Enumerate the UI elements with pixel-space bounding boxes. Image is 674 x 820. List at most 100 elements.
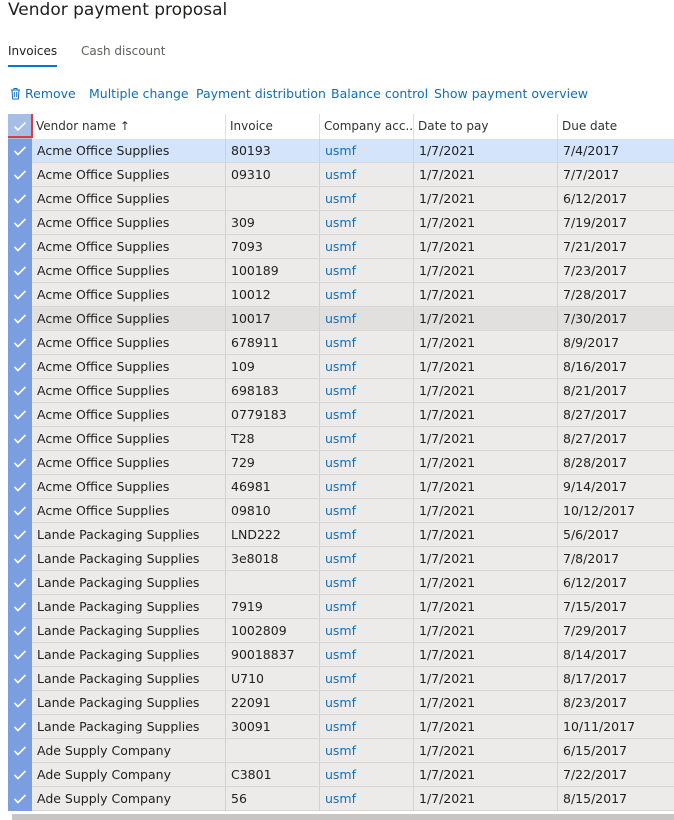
column-header-date-to-pay[interactable]: Date to pay — [414, 114, 558, 139]
cell-vendor-name: Acme Office Supplies — [32, 379, 226, 403]
horizontal-scrollbar[interactable] — [12, 814, 674, 820]
table-row[interactable]: Acme Office Supplies 698183 usmf 1/7/2021 8/… — [8, 379, 674, 403]
row-checkbox[interactable] — [8, 379, 32, 403]
row-checkbox[interactable] — [8, 691, 32, 715]
cell-company-account[interactable]: usmf — [320, 211, 414, 235]
row-checkbox[interactable] — [8, 595, 32, 619]
balance-control-button[interactable]: Balance control — [331, 84, 428, 104]
row-checkbox[interactable] — [8, 403, 32, 427]
row-checkbox[interactable] — [8, 307, 32, 331]
row-checkbox[interactable] — [8, 739, 32, 763]
payment-distribution-button[interactable]: Payment distribution — [196, 84, 326, 104]
cell-company-account[interactable]: usmf — [320, 547, 414, 571]
cell-company-account[interactable]: usmf — [320, 187, 414, 211]
table-row[interactable]: Ade Supply Company C3801 usmf 1/7/2021 7/22/… — [8, 763, 674, 787]
cell-company-account[interactable]: usmf — [320, 475, 414, 499]
table-row[interactable]: Acme Office Supplies 309 usmf 1/7/2021 7/19/… — [8, 211, 674, 235]
select-all-checkbox[interactable] — [8, 114, 33, 138]
table-row[interactable]: Acme Office Supplies 10012 usmf 1/7/2021 7/2… — [8, 283, 674, 307]
table-row[interactable]: Acme Office Supplies usmf 1/7/2021 6/12/201… — [8, 187, 674, 211]
table-row[interactable]: Lande Packaging Supplies U710 usmf 1/7/2021… — [8, 667, 674, 691]
cell-company-account[interactable]: usmf — [320, 139, 414, 163]
table-row[interactable]: Lande Packaging Supplies 90018837 usmf 1/7/… — [8, 643, 674, 667]
tab-cash-discount[interactable]: Cash discount — [81, 40, 165, 62]
row-checkbox[interactable] — [8, 259, 32, 283]
table-row[interactable]: Acme Office Supplies 7093 usmf 1/7/2021 7/21… — [8, 235, 674, 259]
table-row[interactable]: Acme Office Supplies 729 usmf 1/7/2021 8/28/… — [8, 451, 674, 475]
remove-button[interactable]: Remove — [10, 84, 76, 104]
row-checkbox[interactable] — [8, 211, 32, 235]
cell-company-account[interactable]: usmf — [320, 499, 414, 523]
column-header-company-account[interactable]: Company acc... — [320, 114, 414, 139]
column-header-vendor-name[interactable]: Vendor name ↑ — [32, 114, 226, 139]
table-row[interactable]: Ade Supply Company 56 usmf 1/7/2021 8/15/201… — [8, 787, 674, 811]
cell-company-account[interactable]: usmf — [320, 379, 414, 403]
table-row[interactable]: Acme Office Supplies T28 usmf 1/7/2021 8/27/… — [8, 427, 674, 451]
column-header-invoice[interactable]: Invoice — [226, 114, 320, 139]
table-row[interactable]: Acme Office Supplies 46981 usmf 1/7/2021 9/1… — [8, 475, 674, 499]
row-checkbox[interactable] — [8, 475, 32, 499]
cell-company-account[interactable]: usmf — [320, 691, 414, 715]
table-row[interactable]: Acme Office Supplies 09810 usmf 1/7/2021 10/… — [8, 499, 674, 523]
row-checkbox[interactable] — [8, 427, 32, 451]
row-checkbox[interactable] — [8, 667, 32, 691]
table-row[interactable]: Acme Office Supplies 678911 usmf 1/7/2021 8/… — [8, 331, 674, 355]
row-checkbox[interactable] — [8, 619, 32, 643]
table-row[interactable]: Acme Office Supplies 10017 usmf 1/7/2021 7/3… — [8, 307, 674, 331]
table-row[interactable]: Acme Office Supplies 09310 usmf 1/7/2021 7/7… — [8, 163, 674, 187]
show-payment-overview-button[interactable]: Show payment overview — [434, 84, 588, 104]
row-checkbox[interactable] — [8, 331, 32, 355]
table-row[interactable]: Lande Packaging Supplies 7919 usmf 1/7/2021… — [8, 595, 674, 619]
row-checkbox[interactable] — [8, 355, 32, 379]
cell-company-account[interactable]: usmf — [320, 307, 414, 331]
row-checkbox[interactable] — [8, 763, 32, 787]
cell-company-account[interactable]: usmf — [320, 355, 414, 379]
cell-company-account[interactable]: usmf — [320, 595, 414, 619]
row-checkbox[interactable] — [8, 499, 32, 523]
row-checkbox[interactable] — [8, 451, 32, 475]
column-header-due-date[interactable]: Due date — [558, 114, 674, 139]
table-row[interactable]: Lande Packaging Supplies LND222 usmf 1/7/20… — [8, 523, 674, 547]
row-checkbox[interactable] — [8, 139, 32, 163]
table-row[interactable]: Acme Office Supplies 109 usmf 1/7/2021 8/16/… — [8, 355, 674, 379]
cell-company-account[interactable]: usmf — [320, 451, 414, 475]
row-checkbox[interactable] — [8, 283, 32, 307]
cell-company-account[interactable]: usmf — [320, 763, 414, 787]
row-checkbox[interactable] — [8, 187, 32, 211]
row-checkbox[interactable] — [8, 571, 32, 595]
row-checkbox[interactable] — [8, 523, 32, 547]
tab-invoices[interactable]: Invoices — [8, 40, 58, 67]
row-checkbox[interactable] — [8, 787, 32, 811]
row-checkbox[interactable] — [8, 643, 32, 667]
cell-company-account[interactable]: usmf — [320, 235, 414, 259]
table-row[interactable]: Acme Office Supplies 0779183 usmf 1/7/2021 8… — [8, 403, 674, 427]
multiple-change-button[interactable]: Multiple change — [89, 84, 189, 104]
cell-company-account[interactable]: usmf — [320, 403, 414, 427]
table-row[interactable]: Lande Packaging Supplies 30091 usmf 1/7/202… — [8, 715, 674, 739]
row-checkbox[interactable] — [8, 547, 32, 571]
table-row[interactable]: Lande Packaging Supplies 22091 usmf 1/7/202… — [8, 691, 674, 715]
row-checkbox[interactable] — [8, 163, 32, 187]
cell-company-account[interactable]: usmf — [320, 283, 414, 307]
table-row[interactable]: Acme Office Supplies 100189 usmf 1/7/2021 7/… — [8, 259, 674, 283]
cell-company-account[interactable]: usmf — [320, 787, 414, 811]
table-row[interactable]: Ade Supply Company usmf 1/7/2021 6/15/2017 — [8, 739, 674, 763]
cell-company-account[interactable]: usmf — [320, 667, 414, 691]
cell-company-account[interactable]: usmf — [320, 259, 414, 283]
cell-company-account[interactable]: usmf — [320, 427, 414, 451]
table-row[interactable]: Lande Packaging Supplies 3e8018 usmf 1/7/20… — [8, 547, 674, 571]
cell-company-account[interactable]: usmf — [320, 619, 414, 643]
cell-company-account[interactable]: usmf — [320, 643, 414, 667]
table-row[interactable]: Lande Packaging Supplies usmf 1/7/2021 6/12… — [8, 571, 674, 595]
cell-company-account[interactable]: usmf — [320, 715, 414, 739]
cell-company-account[interactable]: usmf — [320, 163, 414, 187]
checkmark-icon — [13, 458, 27, 468]
row-checkbox[interactable] — [8, 235, 32, 259]
cell-company-account[interactable]: usmf — [320, 739, 414, 763]
table-row[interactable]: Lande Packaging Supplies 1002809 usmf 1/7/2… — [8, 619, 674, 643]
cell-company-account[interactable]: usmf — [320, 331, 414, 355]
cell-company-account[interactable]: usmf — [320, 523, 414, 547]
table-row[interactable]: Acme Office Supplies 80193 usmf 1/7/2021 7/4… — [8, 139, 674, 163]
row-checkbox[interactable] — [8, 715, 32, 739]
cell-company-account[interactable]: usmf — [320, 571, 414, 595]
